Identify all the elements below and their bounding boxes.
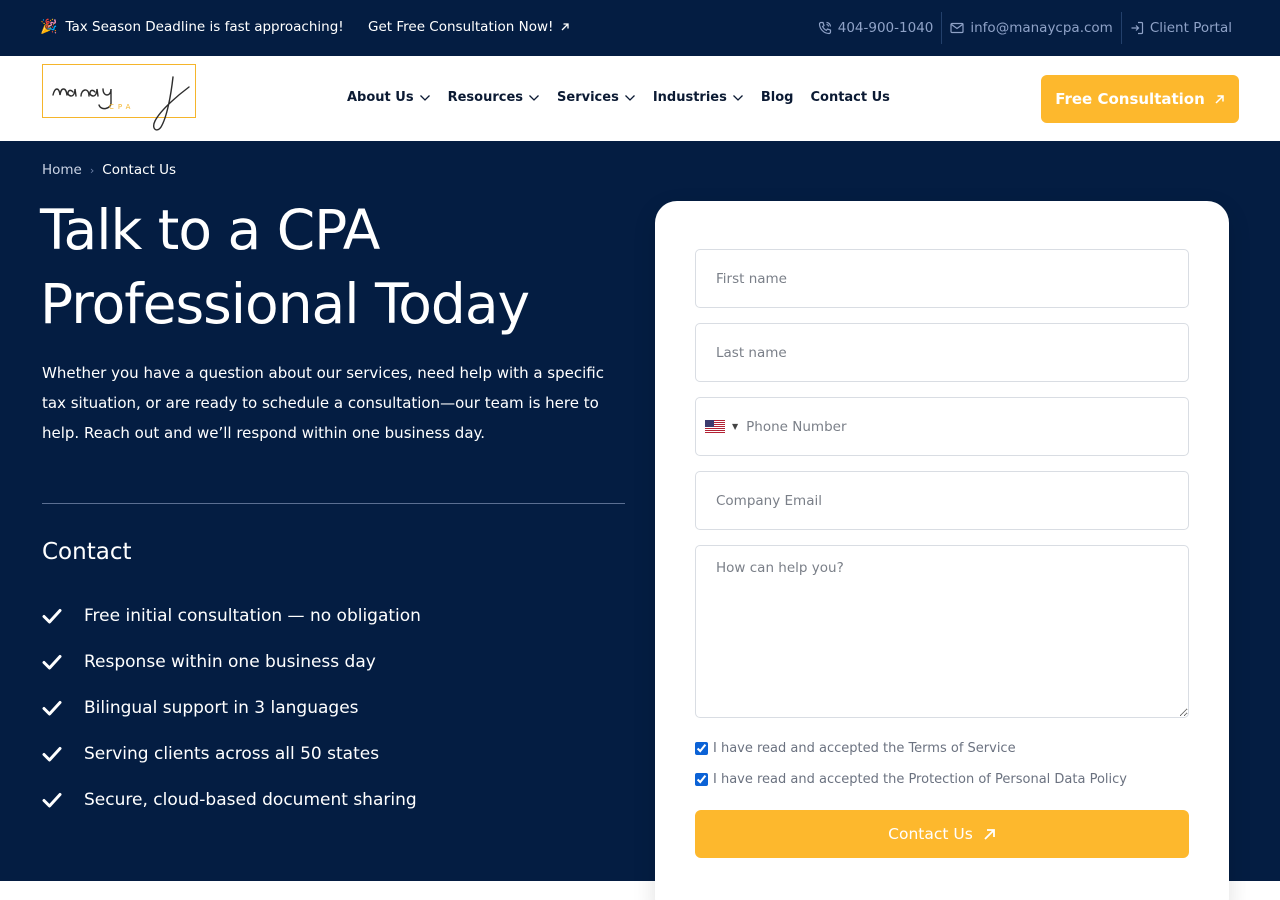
main-nav: About Us Resources Services Industries B…	[347, 90, 890, 105]
chevron-down-icon	[732, 94, 743, 101]
arrow-up-right-icon	[1215, 94, 1224, 104]
site-header: CPA About Us Resources Services Industri…	[0, 56, 1280, 141]
chevron-down-icon	[624, 94, 635, 101]
mail-icon	[950, 22, 964, 34]
chevron-down-icon	[529, 94, 539, 101]
arrow-up-right-icon	[561, 23, 570, 31]
nav-blog-label: Blog	[760, 90, 794, 105]
divider	[42, 503, 625, 504]
check-icon	[42, 608, 84, 624]
party-popper-icon: 🎉	[40, 19, 58, 35]
free-consultation-link[interactable]: Get Free Consultation Now!	[368, 19, 570, 35]
first-name-input[interactable]	[695, 249, 1189, 308]
us-flag-icon[interactable]	[705, 420, 725, 433]
terms-consent[interactable]: I have read and accepted the Terms of Se…	[695, 741, 1016, 756]
logo[interactable]: CPA	[42, 64, 196, 131]
list-item: Secure, cloud-based document sharing	[42, 777, 421, 823]
message-textarea[interactable]	[695, 545, 1189, 718]
announcement: 🎉 Tax Season Deadline is fast approachin…	[40, 19, 344, 35]
list-item-text: Serving clients across all 50 states	[84, 744, 380, 764]
list-item: Free initial consultation — no obligatio…	[42, 593, 421, 639]
privacy-consent[interactable]: I have read and accepted the Protection …	[695, 772, 1127, 787]
check-icon	[42, 746, 84, 762]
caret-down-icon[interactable]: ▼	[732, 422, 738, 431]
check-icon	[42, 700, 84, 716]
page-title: Talk to a CPA Professional Today	[40, 193, 640, 341]
nav-resources-label: Resources	[447, 90, 524, 105]
contact-form: ▼ I have read and accepted the Terms of …	[655, 201, 1229, 900]
free-consultation-link-label: Get Free Consultation Now!	[368, 19, 554, 35]
contact-us-submit-button[interactable]: Contact Us	[695, 810, 1189, 858]
manay-cpa-logo: CPA	[52, 76, 190, 131]
list-item-text: Free initial consultation — no obligatio…	[84, 606, 421, 626]
contact-heading: Contact	[42, 539, 132, 565]
phone-link[interactable]: 404-900-1040	[810, 12, 942, 44]
topbar-contact-group: 404-900-1040 info@manaycpa.com Client Po…	[810, 12, 1240, 44]
phone-field: ▼	[695, 397, 1189, 456]
breadcrumb-current: Contact Us	[102, 162, 177, 178]
phone-number: 404-900-1040	[837, 20, 934, 36]
nav-contact-us-label: Contact Us	[810, 90, 890, 105]
list-item: Response within one business day	[42, 639, 421, 685]
nav-about-us-label: About Us	[347, 90, 414, 105]
terms-checkbox[interactable]	[695, 742, 708, 755]
list-item-text: Bilingual support in 3 languages	[84, 698, 359, 718]
company-email-input[interactable]	[695, 471, 1189, 530]
nav-about-us[interactable]: About Us	[347, 90, 431, 105]
phone-icon	[818, 21, 831, 35]
arrow-up-right-icon	[984, 828, 995, 840]
page-title-line2: Professional Today	[40, 272, 530, 336]
email-link[interactable]: info@manaycpa.com	[942, 12, 1120, 44]
breadcrumb-home[interactable]: Home	[42, 162, 82, 178]
chevron-right-icon: ›	[89, 163, 95, 177]
list-item: Serving clients across all 50 states	[42, 731, 421, 777]
page-title-line1: Talk to a CPA	[40, 198, 380, 262]
nav-services[interactable]: Services	[557, 90, 636, 105]
benefits-list: Free initial consultation — no obligatio…	[42, 593, 421, 823]
phone-number-input[interactable]	[746, 398, 1167, 455]
nav-resources[interactable]: Resources	[448, 90, 540, 105]
submit-button-label: Contact Us	[888, 825, 973, 843]
nav-blog[interactable]: Blog	[761, 90, 794, 105]
free-consultation-button-label: Free Consultation	[1055, 90, 1205, 108]
free-consultation-button[interactable]: Free Consultation	[1041, 75, 1239, 123]
nav-services-label: Services	[557, 90, 619, 105]
last-name-input[interactable]	[695, 323, 1189, 382]
login-icon	[1131, 21, 1143, 35]
privacy-consent-label: I have read and accepted the Protection …	[713, 772, 1127, 787]
client-portal-link[interactable]: Client Portal	[1122, 12, 1240, 44]
nav-contact-us[interactable]: Contact Us	[810, 90, 889, 105]
privacy-checkbox[interactable]	[695, 773, 708, 786]
announcement-bar: 🎉 Tax Season Deadline is fast approachin…	[0, 0, 1280, 56]
logo-sub: CPA	[109, 103, 134, 111]
list-item-text: Response within one business day	[84, 652, 376, 672]
announcement-text: Tax Season Deadline is fast approaching!	[65, 19, 344, 35]
email-address: info@manaycpa.com	[970, 20, 1113, 36]
hero-description: Whether you have a question about our se…	[42, 364, 604, 442]
client-portal-label: Client Portal	[1149, 20, 1232, 36]
chevron-down-icon	[419, 94, 430, 101]
list-item: Bilingual support in 3 languages	[42, 685, 421, 731]
nav-industries[interactable]: Industries	[653, 90, 744, 105]
check-icon	[42, 792, 84, 808]
check-icon	[42, 654, 84, 670]
list-item-text: Secure, cloud-based document sharing	[84, 790, 417, 810]
nav-industries-label: Industries	[652, 90, 727, 105]
terms-consent-label: I have read and accepted the Terms of Se…	[713, 741, 1016, 756]
breadcrumb: Home › Contact Us	[42, 162, 176, 178]
